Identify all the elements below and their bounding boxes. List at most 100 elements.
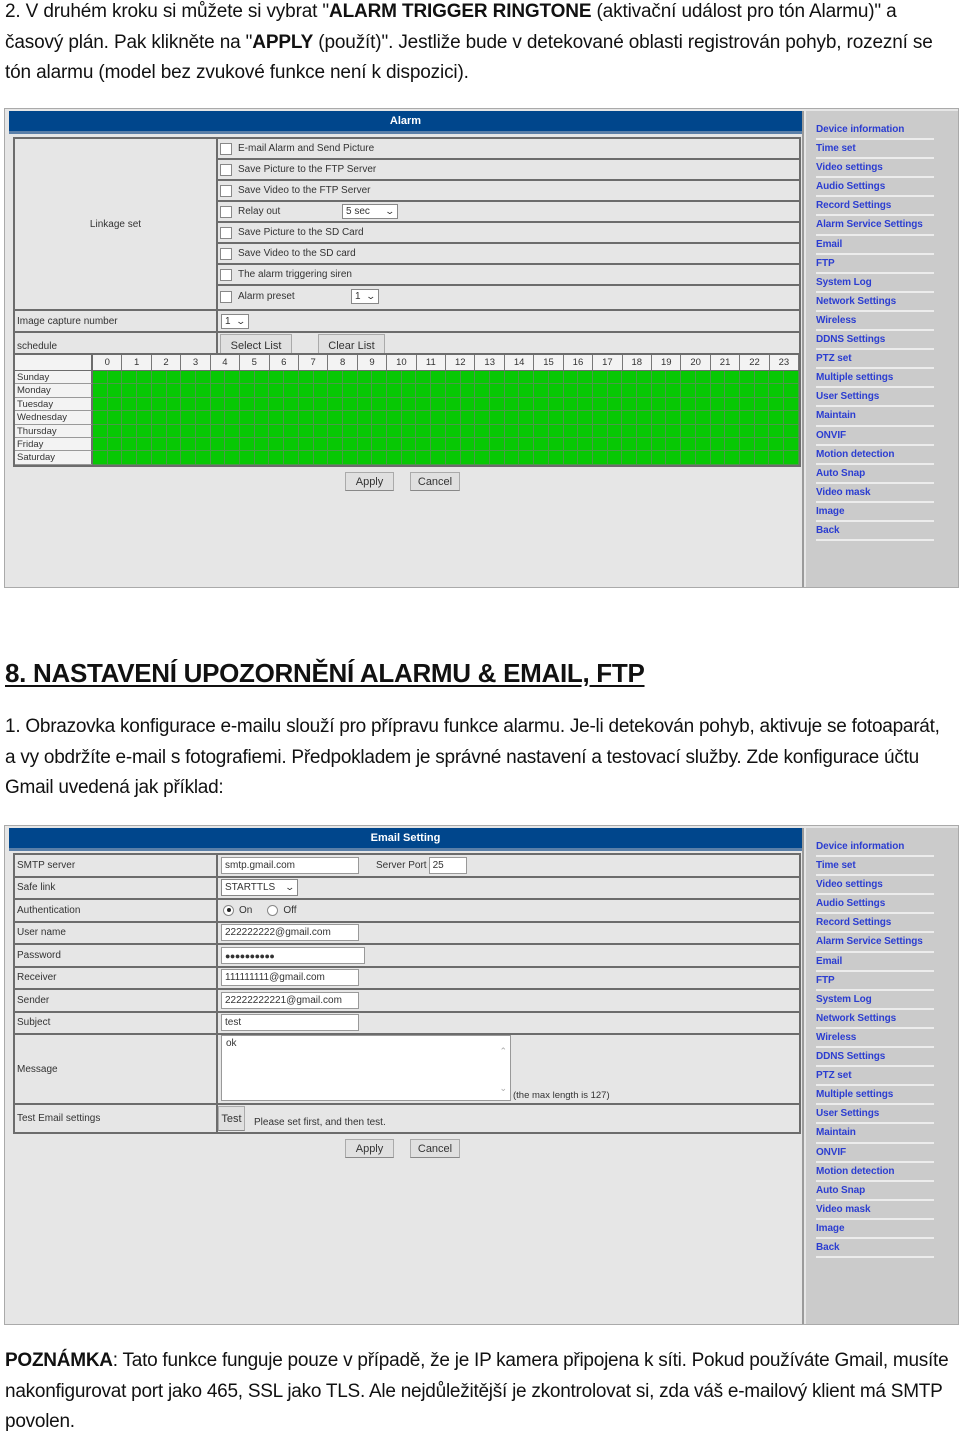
schedule-cell[interactable] xyxy=(387,437,402,452)
schedule-cell[interactable] xyxy=(298,384,314,398)
schedule-cell[interactable] xyxy=(401,397,417,412)
schedule-cell[interactable] xyxy=(725,437,740,452)
sidebar-item-user-settings[interactable]: User Settings xyxy=(816,1105,934,1125)
schedule-cell[interactable] xyxy=(284,371,299,385)
sidebar-item-user-settings[interactable]: User Settings xyxy=(816,388,934,408)
smtp-server-input[interactable]: smtp.gmail.com xyxy=(221,856,359,874)
schedule-cell[interactable] xyxy=(607,384,623,398)
schedule-cell[interactable] xyxy=(519,397,535,412)
schedule-cell[interactable] xyxy=(666,397,682,412)
schedule-cell[interactable] xyxy=(313,437,329,452)
schedule-cell[interactable] xyxy=(681,397,696,412)
schedule-cell[interactable] xyxy=(151,384,167,398)
schedule-cell[interactable] xyxy=(754,424,770,438)
schedule-cell[interactable] xyxy=(725,371,740,385)
schedule-cell[interactable] xyxy=(754,411,770,425)
schedule-cell[interactable] xyxy=(739,451,755,465)
sidebar-item-record-settings[interactable]: Record Settings xyxy=(816,914,934,934)
schedule-cell[interactable] xyxy=(475,397,490,412)
schedule-cell[interactable] xyxy=(666,371,682,385)
schedule-cell[interactable] xyxy=(622,437,638,452)
sidebar-item-ftp[interactable]: FTP xyxy=(816,255,934,274)
password-input[interactable]: ●●●●●●●●●● xyxy=(221,946,365,964)
schedule-cell[interactable] xyxy=(357,397,373,412)
schedule-cell[interactable] xyxy=(710,384,726,398)
schedule-cell[interactable] xyxy=(548,451,564,465)
schedule-cell[interactable] xyxy=(563,384,579,398)
schedule-cell[interactable] xyxy=(372,437,388,452)
sidebar-item-onvif[interactable]: ONVIF xyxy=(816,1144,934,1163)
schedule-cell[interactable] xyxy=(592,424,608,438)
schedule-cell[interactable] xyxy=(592,451,608,465)
schedule-cell[interactable] xyxy=(666,411,682,425)
schedule-cell[interactable] xyxy=(607,424,623,438)
schedule-cell[interactable] xyxy=(695,397,711,412)
schedule-cell[interactable] xyxy=(342,411,358,425)
schedule-cell[interactable] xyxy=(431,411,446,425)
schedule-cell[interactable] xyxy=(578,384,593,398)
schedule-cell[interactable] xyxy=(695,384,711,398)
sidebar-item-auto-snap[interactable]: Auto Snap xyxy=(816,465,934,484)
schedule-cell[interactable] xyxy=(401,411,417,425)
schedule-cell[interactable] xyxy=(725,384,740,398)
schedule-cell[interactable] xyxy=(563,451,579,465)
email-cancel-button[interactable]: Cancel xyxy=(410,1139,460,1158)
schedule-cell[interactable] xyxy=(357,411,373,425)
sidebar-item-time-set[interactable]: Time set xyxy=(816,140,934,160)
schedule-cell[interactable] xyxy=(592,384,608,398)
schedule-cell[interactable] xyxy=(225,384,241,398)
schedule-cell[interactable] xyxy=(254,437,270,452)
schedule-cell[interactable] xyxy=(107,384,123,398)
schedule-cell[interactable] xyxy=(534,371,549,385)
schedule-cell[interactable] xyxy=(489,437,505,452)
schedule-cell[interactable] xyxy=(328,437,343,452)
schedule-cell[interactable] xyxy=(122,397,138,412)
schedule-cell[interactable] xyxy=(298,437,314,452)
schedule-cell[interactable] xyxy=(107,411,123,425)
schedule-cell[interactable] xyxy=(431,384,446,398)
schedule-cell[interactable] xyxy=(416,397,432,412)
schedule-cell[interactable] xyxy=(151,371,167,385)
schedule-cell[interactable] xyxy=(401,384,417,398)
schedule-cell[interactable] xyxy=(607,371,623,385)
schedule-cell[interactable] xyxy=(725,411,740,425)
schedule-cell[interactable] xyxy=(328,424,343,438)
sidebar-item-ptz-set[interactable]: PTZ set xyxy=(816,350,934,370)
schedule-cell[interactable] xyxy=(534,411,549,425)
sidebar-item-network-settings[interactable]: Network Settings xyxy=(816,293,934,312)
schedule-cell[interactable] xyxy=(578,451,593,465)
schedule-cell[interactable] xyxy=(489,424,505,438)
schedule-cell[interactable] xyxy=(725,397,740,412)
schedule-cell[interactable] xyxy=(489,384,505,398)
schedule-cell[interactable] xyxy=(460,371,476,385)
schedule-cell[interactable] xyxy=(416,384,432,398)
schedule-cell[interactable] xyxy=(181,411,196,425)
schedule-cell[interactable] xyxy=(342,424,358,438)
schedule-cell[interactable] xyxy=(210,411,226,425)
sidebar-item-device-information[interactable]: Device information xyxy=(816,838,934,858)
schedule-cell[interactable] xyxy=(725,451,740,465)
schedule-cell[interactable] xyxy=(416,411,432,425)
schedule-cell[interactable] xyxy=(254,397,270,412)
schedule-cell[interactable] xyxy=(93,411,108,425)
schedule-cell[interactable] xyxy=(445,437,461,452)
schedule-cell[interactable] xyxy=(578,411,593,425)
schedule-cell[interactable] xyxy=(651,384,667,398)
schedule-cell[interactable] xyxy=(548,371,564,385)
image-capture-select[interactable]: 1 ⌄ xyxy=(221,313,249,329)
schedule-cell[interactable] xyxy=(357,384,373,398)
schedule-cell[interactable] xyxy=(401,424,417,438)
schedule-cell[interactable] xyxy=(607,451,623,465)
schedule-cell[interactable] xyxy=(637,437,652,452)
schedule-cell[interactable] xyxy=(416,424,432,438)
schedule-cell[interactable] xyxy=(519,437,535,452)
sidebar-item-email[interactable]: Email xyxy=(816,953,934,972)
schedule-cell[interactable] xyxy=(739,397,755,412)
receiver-input[interactable]: 111111111@gmail.com xyxy=(221,969,359,987)
subject-input[interactable]: test xyxy=(221,1014,359,1032)
schedule-cell[interactable] xyxy=(519,411,535,425)
sidebar-item-alarm-service-settings[interactable]: Alarm Service Settings xyxy=(816,933,934,953)
schedule-cell[interactable] xyxy=(137,397,152,412)
schedule-cell[interactable] xyxy=(445,451,461,465)
schedule-cell[interactable] xyxy=(269,437,285,452)
